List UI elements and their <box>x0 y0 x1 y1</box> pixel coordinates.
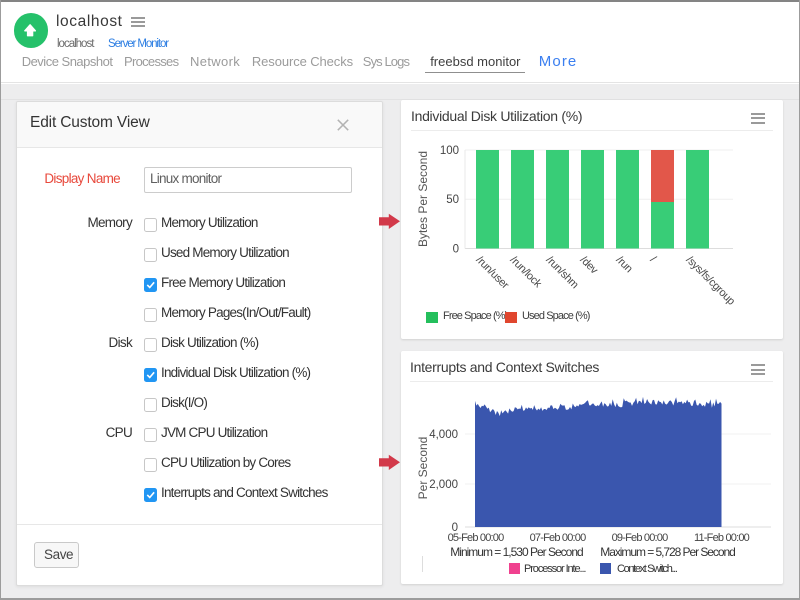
svg-text:0: 0 <box>453 244 459 256</box>
svg-text:100: 100 <box>440 145 459 157</box>
svg-text:Bytes Per Second: Bytes Per Second <box>416 151 430 247</box>
svg-text:4,000: 4,000 <box>429 429 458 441</box>
svg-text:Per Second: Per Second <box>416 437 430 500</box>
svg-text:50: 50 <box>446 194 459 206</box>
svg-text:2,000: 2,000 <box>429 479 458 491</box>
